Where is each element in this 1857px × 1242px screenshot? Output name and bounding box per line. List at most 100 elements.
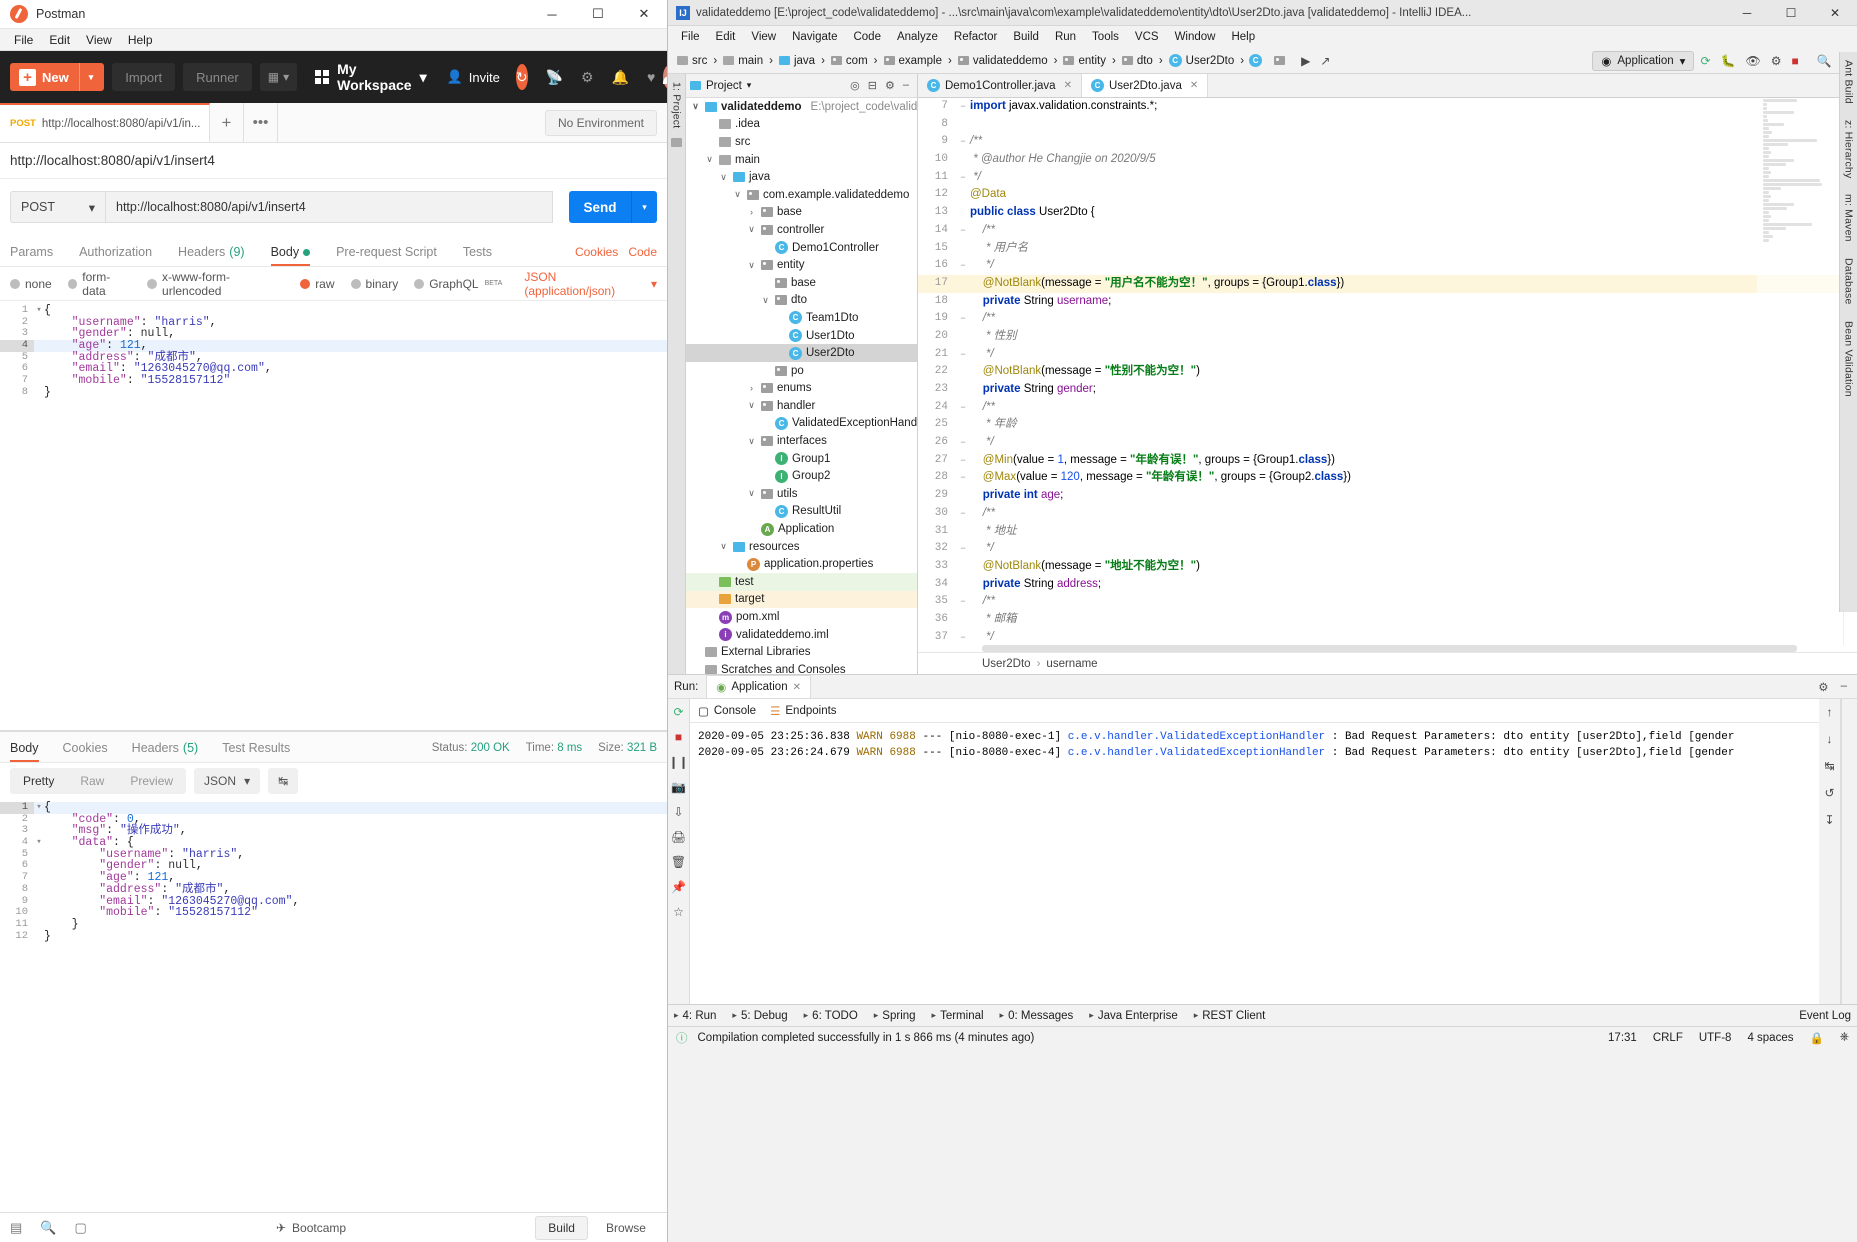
tree-node[interactable]: A Application	[686, 520, 917, 538]
project-root[interactable]: ∨ validateddemo E:\project_code\validate…	[686, 98, 917, 116]
wrap-icon[interactable]: ↹	[1824, 759, 1834, 773]
right-strip-mmaven[interactable]: m: Maven	[1843, 194, 1855, 242]
tree-node[interactable]: Papplication.properties	[686, 555, 917, 573]
hide-icon[interactable]: –	[1841, 680, 1847, 694]
new-button[interactable]: + New ▾	[10, 63, 105, 91]
editor-hscrollbar[interactable]	[982, 645, 1797, 652]
tree-node[interactable]: base	[686, 274, 917, 292]
build-hammer-icon[interactable]: ↗	[1316, 54, 1334, 68]
tab-authorization[interactable]: Authorization	[79, 245, 152, 266]
collapse-all-icon[interactable]: ⊟	[868, 79, 877, 92]
fold-icon[interactable]: −	[956, 257, 970, 275]
resp-tab-headers[interactable]: Headers (5)	[132, 741, 199, 762]
breadcrumb-field[interactable]: username	[1046, 658, 1097, 670]
coverage-icon[interactable]: 👁	[1741, 54, 1764, 68]
runner-button[interactable]: Runner	[183, 63, 252, 91]
lock-icon[interactable]: 🔒	[1809, 1031, 1823, 1045]
environment-selector[interactable]: No Environment	[544, 109, 657, 136]
chevron-right-icon[interactable]: ›	[746, 383, 757, 393]
structure-icon[interactable]	[671, 138, 682, 148]
tab-prerequest-script[interactable]: Pre-request Script	[336, 245, 437, 266]
breadcrumb-item-user2dto[interactable]: C User2Dto	[1166, 54, 1238, 67]
chevron-down-icon[interactable]: ∨	[746, 488, 757, 499]
tree-node[interactable]: po	[686, 362, 917, 380]
tree-node[interactable]: ∨ dto	[686, 292, 917, 310]
idea-menu-analyze[interactable]: Analyze	[890, 29, 945, 45]
fold-icon[interactable]: −	[956, 629, 970, 645]
body-type-binary[interactable]: binary	[350, 277, 398, 291]
fold-icon[interactable]: −	[956, 133, 970, 151]
chevron-down-icon[interactable]: ▾	[78, 63, 103, 91]
fold-icon[interactable]: −	[956, 540, 970, 558]
tree-node[interactable]: ∨ entity	[686, 256, 917, 274]
method-select[interactable]: POST ▾	[10, 191, 105, 223]
close-button[interactable]: ✕	[621, 0, 667, 29]
tree-node[interactable]: C Team1Dto	[686, 309, 917, 327]
idea-menu-file[interactable]: File	[674, 29, 707, 45]
trash-icon[interactable]: 🗑	[671, 855, 686, 869]
editor-minimap[interactable]	[1757, 98, 1843, 645]
fold-icon[interactable]: −	[956, 98, 970, 116]
chevron-right-icon[interactable]: ›	[746, 207, 757, 217]
menu-edit[interactable]: Edit	[41, 31, 78, 49]
breadcrumb-item-example[interactable]: example	[881, 55, 945, 67]
search-icon[interactable]: 🔍	[1813, 54, 1836, 68]
breadcrumb-item-validateddemo[interactable]: validateddemo	[955, 55, 1051, 67]
chevron-down-icon[interactable]: ∨	[746, 260, 757, 271]
export-icon[interactable]: ⇩	[673, 805, 683, 819]
debug-icon[interactable]: 🐛	[1717, 54, 1740, 68]
indent-setting[interactable]: 4 spaces	[1747, 1032, 1793, 1044]
fold-icon[interactable]: −	[956, 469, 970, 487]
tree-node[interactable]: C Demo1Controller	[686, 239, 917, 257]
wrap-lines-icon[interactable]: ↹	[268, 768, 299, 794]
menu-view[interactable]: View	[78, 31, 120, 49]
fold-icon[interactable]: ▾	[34, 837, 44, 849]
chevron-down-icon[interactable]: ∨	[718, 541, 729, 552]
sidebar-toggle-icon[interactable]: ▤	[10, 1220, 22, 1236]
right-strip-database[interactable]: Database	[1843, 258, 1855, 305]
idea-close-button[interactable]: ✕	[1813, 0, 1857, 26]
cookies-link[interactable]: Cookies	[575, 245, 618, 259]
endpoints-tab[interactable]: ☰ Endpoints	[770, 704, 836, 718]
idea-menu-navigate[interactable]: Navigate	[785, 29, 844, 45]
fold-icon[interactable]: −	[956, 399, 970, 417]
chevron-down-icon[interactable]: ∨	[718, 172, 729, 183]
print-icon[interactable]: 🖨	[671, 830, 686, 844]
console-tab[interactable]: ▢ Console	[698, 704, 756, 718]
code-link[interactable]: Code	[628, 245, 657, 259]
pin-icon[interactable]: 📌	[671, 880, 686, 894]
bell-icon[interactable]: 🔔	[612, 69, 629, 86]
breadcrumb-class[interactable]: User2Dto	[982, 658, 1031, 670]
breadcrumb-item-com[interactable]: com	[828, 55, 871, 67]
tree-node[interactable]: I Group2	[686, 467, 917, 485]
run-scrollbar[interactable]	[1841, 699, 1857, 1004]
fold-icon[interactable]: −	[956, 222, 970, 240]
fold-icon[interactable]: −	[956, 505, 970, 523]
console-output[interactable]: 2020-09-05 23:25:36.838 WARN 6988 --- [n…	[690, 723, 1819, 1004]
close-icon[interactable]: ✕	[793, 682, 801, 693]
chevron-down-icon[interactable]: ∨	[732, 189, 743, 200]
right-strip-antbuild[interactable]: Ant Build	[1843, 60, 1855, 104]
tree-node[interactable]: i validateddemo.iml	[686, 626, 917, 644]
tool-window-javaenterprise[interactable]: ▸ Java Enterprise	[1089, 1010, 1177, 1022]
view-preview[interactable]: Preview	[117, 774, 186, 788]
branch-icon[interactable]: ⎈	[1840, 1031, 1849, 1044]
resp-tab-test-results[interactable]: Test Results	[222, 741, 290, 762]
tree-node[interactable]: src	[686, 133, 917, 151]
body-type-graphql[interactable]: GraphQL BETA	[414, 277, 502, 291]
body-format-select[interactable]: JSON (application/json) ▾	[524, 270, 657, 298]
tab-body[interactable]: Body	[270, 245, 311, 266]
fold-icon[interactable]: −	[956, 169, 970, 187]
resp-tab-body[interactable]: Body	[10, 741, 39, 762]
run-green-icon[interactable]: ⟳	[1696, 54, 1714, 68]
search-icon[interactable]: 🔍	[40, 1220, 56, 1236]
add-tab-button[interactable]: +	[210, 103, 244, 142]
tab-more-button[interactable]: •••	[244, 103, 278, 142]
view-pretty[interactable]: Pretty	[10, 774, 67, 788]
close-icon[interactable]: ✕	[1064, 80, 1072, 91]
pause-icon[interactable]: ❙❙	[668, 755, 688, 769]
send-options-button[interactable]: ▾	[631, 191, 657, 223]
idea-menu-vcs[interactable]: VCS	[1128, 29, 1166, 45]
star-icon[interactable]: ☆	[673, 905, 684, 919]
sync-icon[interactable]: ↻	[515, 64, 528, 90]
